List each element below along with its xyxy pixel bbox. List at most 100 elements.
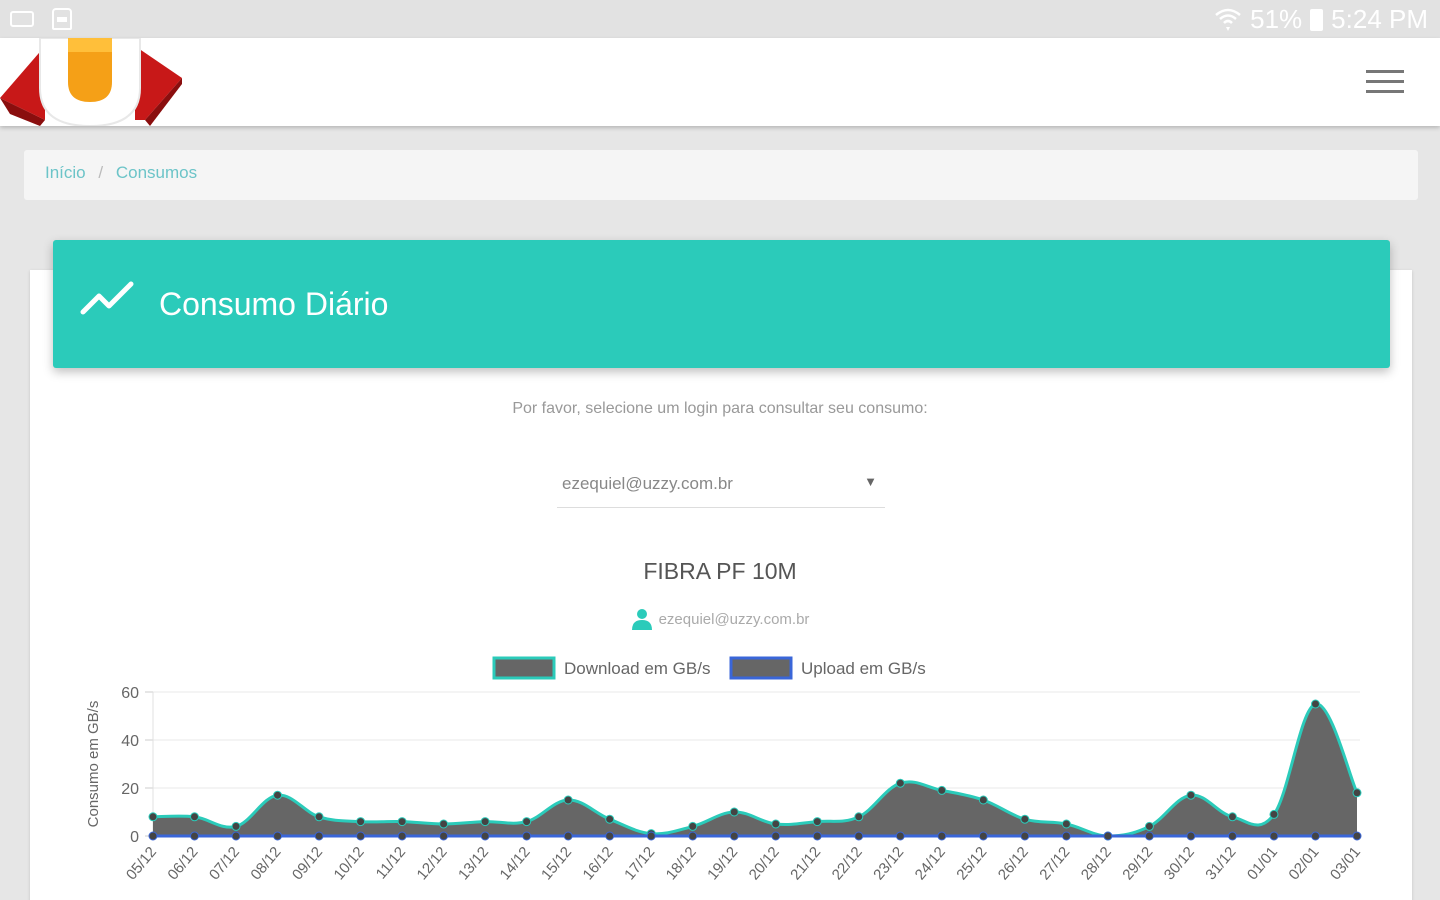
- breadcrumb-separator: /: [98, 163, 104, 182]
- login-select[interactable]: ezequiel@uzzy.com.br ▼: [557, 466, 885, 508]
- x-tick-label: 07/12: [206, 844, 243, 884]
- data-point: [439, 819, 449, 829]
- data-point: [1144, 821, 1154, 831]
- data-point: [563, 795, 573, 805]
- data-point: [1061, 831, 1071, 841]
- data-point: [978, 795, 988, 805]
- data-point: [1269, 809, 1279, 819]
- data-point: [1144, 831, 1154, 841]
- data-point: [1310, 831, 1320, 841]
- data-point: [688, 821, 698, 831]
- data-point: [231, 831, 241, 841]
- data-point: [729, 831, 739, 841]
- data-point: [1020, 831, 1030, 841]
- data-point: [1061, 819, 1071, 829]
- data-point: [1352, 788, 1362, 798]
- x-tick-label: 12/12: [414, 844, 451, 884]
- data-point: [356, 817, 366, 827]
- x-tick-label: 21/12: [787, 844, 824, 884]
- data-point: [273, 831, 283, 841]
- app-bar: [0, 38, 1440, 126]
- cast-icon: [10, 11, 34, 27]
- menu-icon[interactable]: [1366, 70, 1404, 96]
- data-point: [356, 831, 366, 841]
- legend-swatch-0: [492, 656, 556, 680]
- data-point: [771, 831, 781, 841]
- x-tick-label: 15/12: [538, 844, 575, 884]
- x-tick-label: 29/12: [1119, 844, 1156, 884]
- x-tick-label: 18/12: [663, 844, 700, 884]
- x-tick-label: 06/12: [164, 844, 201, 884]
- x-tick-label: 22/12: [829, 844, 866, 884]
- data-point: [605, 814, 615, 824]
- data-point: [314, 812, 324, 822]
- data-point: [1310, 699, 1320, 709]
- user-email: ezequiel@uzzy.com.br: [658, 610, 810, 628]
- data-point: [439, 831, 449, 841]
- data-point: [812, 817, 822, 827]
- data-point: [522, 817, 532, 827]
- breadcrumb-current-link[interactable]: Consumos: [116, 163, 197, 182]
- x-tick-label: 17/12: [621, 844, 658, 884]
- x-tick-label: 23/12: [870, 844, 907, 884]
- data-point: [273, 790, 283, 800]
- plan-name: FIBRA PF 10M: [643, 558, 797, 584]
- x-tick-label: 16/12: [580, 844, 617, 884]
- legend-label-1: Upload em GB/s: [801, 659, 926, 678]
- x-tick-label: 02/01: [1285, 844, 1322, 884]
- legend-label-0: Download em GB/s: [564, 659, 710, 678]
- data-point: [563, 831, 573, 841]
- data-point: [812, 831, 822, 841]
- data-point: [1186, 831, 1196, 841]
- data-point: [1020, 814, 1030, 824]
- data-point: [895, 831, 905, 841]
- login-select-value: ezequiel@uzzy.com.br: [562, 474, 733, 493]
- y-axis-label: Consumo em GB/s: [85, 701, 102, 828]
- data-point: [1227, 831, 1237, 841]
- y-tick-label: 0: [130, 829, 139, 846]
- x-tick-label: 11/12: [373, 844, 409, 883]
- trending-up-icon: [80, 281, 134, 315]
- status-bar: 51% 5:24 PM: [0, 0, 1440, 38]
- card-header: Consumo Diário: [53, 240, 1390, 368]
- data-point: [148, 831, 158, 841]
- data-point: [937, 831, 947, 841]
- data-point: [854, 831, 864, 841]
- x-tick-label: 05/12: [123, 844, 160, 884]
- data-point: [148, 812, 158, 822]
- breadcrumb-home-link[interactable]: Início: [45, 163, 86, 182]
- data-point: [397, 817, 407, 827]
- x-tick-label: 30/12: [1161, 844, 1198, 884]
- x-tick-label: 27/12: [1036, 844, 1073, 884]
- x-tick-label: 10/12: [330, 844, 367, 884]
- data-point: [1103, 831, 1113, 841]
- battery-percent: 51%: [1250, 4, 1303, 34]
- data-point: [729, 807, 739, 817]
- select-login-prompt: Por favor, selecione um login para consu…: [512, 400, 928, 417]
- data-point: [1269, 831, 1279, 841]
- data-point: [1227, 812, 1237, 822]
- x-tick-label: 24/12: [912, 844, 949, 884]
- data-point: [190, 812, 200, 822]
- y-tick-label: 60: [121, 685, 139, 702]
- brand-logo[interactable]: [0, 38, 185, 126]
- breadcrumb: Início / Consumos: [24, 150, 1418, 200]
- y-tick-label: 40: [121, 733, 139, 750]
- x-tick-label: 03/01: [1327, 844, 1364, 884]
- x-tick-label: 13/12: [455, 844, 492, 884]
- data-point: [605, 831, 615, 841]
- data-point: [937, 785, 947, 795]
- page-title: Consumo Diário: [159, 286, 389, 322]
- consumption-chart: 0 20 40 60 Consumo em GB/s 05/12 06/12 07/12 08/…: [85, 656, 1364, 884]
- data-point: [895, 778, 905, 788]
- clock: 5:24 PM: [1331, 4, 1428, 34]
- x-tick-label: 08/12: [247, 844, 284, 884]
- data-point: [190, 831, 200, 841]
- dropdown-arrow-icon: ▼: [864, 474, 877, 489]
- x-tick-label: 26/12: [995, 844, 1032, 884]
- x-tick-label: 25/12: [953, 844, 990, 884]
- data-point: [1352, 831, 1362, 841]
- x-tick-label: 31/12: [1202, 844, 1239, 884]
- data-point: [688, 831, 698, 841]
- data-point: [771, 819, 781, 829]
